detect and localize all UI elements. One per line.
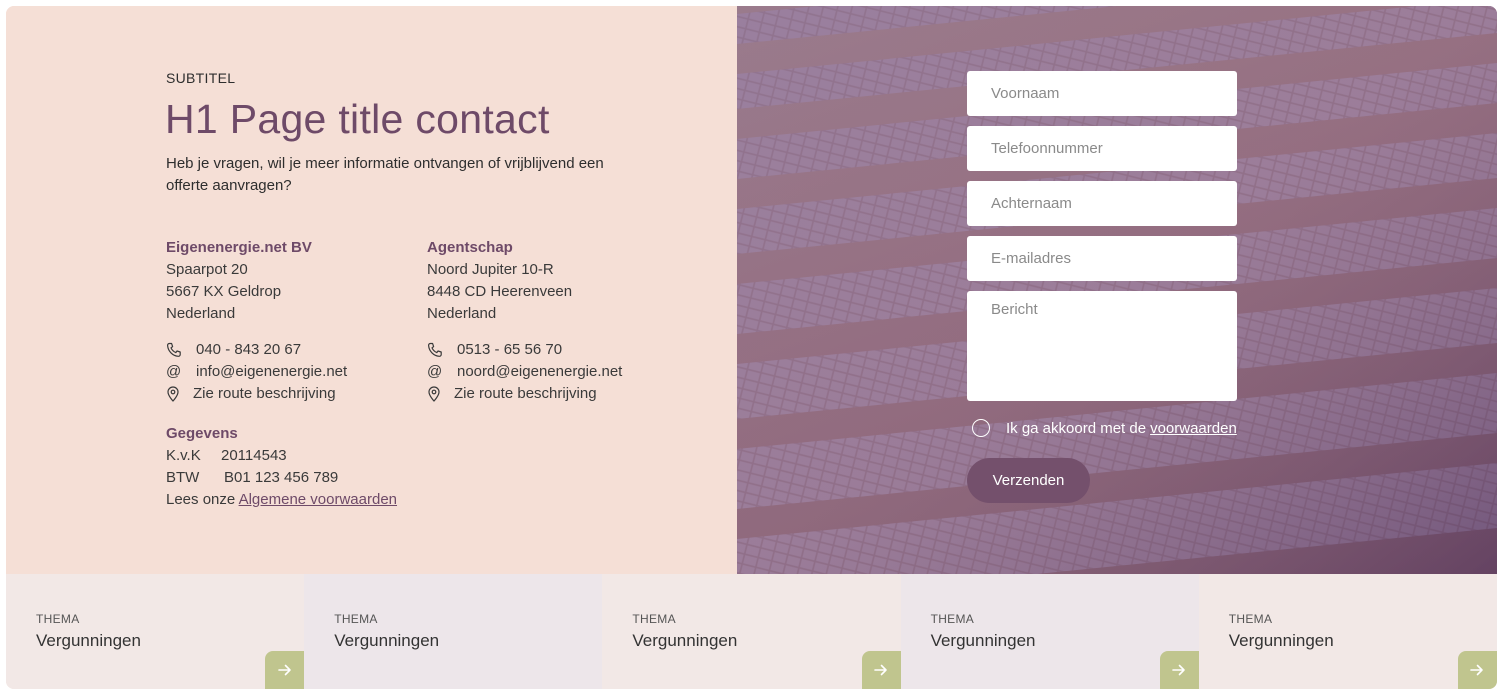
theme-card[interactable]: THEMA Vergunningen (602, 574, 901, 689)
phone-icon (166, 342, 182, 358)
page-intro: Heb je vragen, wil je meer informatie on… (166, 155, 604, 194)
map-pin-icon (166, 386, 182, 402)
btw-label: BTW (166, 469, 200, 486)
phone-icon (427, 342, 443, 358)
route-text: Zie route beschrijving (454, 385, 597, 402)
email-link[interactable]: @ noord@eigenenergie.net (427, 361, 622, 383)
kvk-label: K.v.K (166, 447, 201, 464)
theme-label: THEMA (1228, 612, 1273, 626)
arrow-right-icon[interactable] (1159, 651, 1199, 689)
theme-card[interactable]: THEMA Vergunningen (304, 574, 603, 689)
theme-card[interactable]: THEMA Vergunningen (900, 574, 1199, 689)
theme-card[interactable]: THEMA Vergunningen (1198, 574, 1497, 689)
kvk-value: 20114543 (221, 447, 287, 464)
theme-title: Vergunningen (36, 631, 141, 650)
btw-value: B01 123 456 789 (224, 469, 339, 486)
theme-title: Vergunningen (334, 631, 440, 650)
agree-radio[interactable] (972, 419, 990, 437)
theme-title: Vergunningen (930, 631, 1036, 650)
arrow-right-icon[interactable] (861, 651, 901, 689)
theme-label: THEMA (930, 612, 975, 626)
terms-link[interactable]: Algemene voorwaarden (239, 491, 397, 508)
office-city: 8448 CD Heerenveen (427, 283, 573, 300)
theme-cards: THEMA Vergunningen THEMA Vergunningen TH… (6, 574, 1497, 689)
terms-agreement: Ik ga akkoord met de voorwaarden (972, 419, 1237, 437)
firstname-input[interactable]: Voornaam (967, 71, 1237, 116)
office-heerenveen: Agentschap Noord Jupiter 10-R 8448 CD He… (427, 237, 667, 325)
submit-button[interactable]: Verzenden (967, 458, 1090, 503)
email-address: info@eigenenergie.net (196, 363, 348, 380)
office-city: 5667 KX Geldrop (166, 283, 282, 300)
theme-card[interactable]: THEMA Vergunningen (6, 574, 305, 689)
office-country: Nederland (427, 305, 497, 322)
theme-title: Vergunningen (1228, 631, 1334, 650)
phone-number: 0513 - 65 56 70 (457, 341, 563, 358)
kvk-row: K.v.K 20114543 (166, 445, 397, 467)
theme-label: THEMA (36, 612, 80, 626)
phone-number: 040 - 843 20 67 (196, 341, 302, 358)
contact-info-panel: SUBTITEL H1 Page title contact Heb je vr… (6, 6, 737, 574)
at-icon: @ (166, 363, 182, 380)
company-details: Gegevens K.v.K 20114543 BTW B01 123 456 78… (166, 423, 397, 511)
agree-terms-link[interactable]: voorwaarden (1150, 420, 1237, 437)
email-link[interactable]: @ info@eigenenergie.net (166, 361, 347, 383)
route-link[interactable]: Zie route beschrijving (166, 383, 347, 405)
theme-title: Vergunningen (632, 631, 738, 650)
phone-link[interactable]: 0513 - 65 56 70 (427, 339, 622, 361)
theme-label: THEMA (632, 612, 676, 626)
office-heerenveen-contact: 0513 - 65 56 70 @ noord@eigenenergie.net… (427, 339, 622, 405)
office-street: Noord Jupiter 10-R (427, 261, 554, 278)
terms-row: Lees onze Algemene voorwaarden (166, 489, 397, 511)
office-country: Nederland (166, 305, 236, 322)
phone-input[interactable]: Telefoonnummer (967, 126, 1237, 171)
office-geldrop-contact: 040 - 843 20 67 @ info@eigenenergie.net … (166, 339, 347, 405)
agree-text: Ik ga akkoord met de (1006, 419, 1147, 437)
lastname-input[interactable]: Achternaam (967, 181, 1237, 226)
route-link[interactable]: Zie route beschrijving (427, 383, 622, 405)
at-icon: @ (427, 363, 443, 380)
theme-label: THEMA (334, 612, 378, 626)
btw-row: BTW B01 123 456 789 (166, 467, 397, 489)
arrow-right-icon[interactable] (265, 651, 305, 689)
email-input[interactable]: E-mailadres (967, 236, 1237, 281)
map-pin-icon (427, 386, 443, 402)
terms-prefix: Lees onze (166, 491, 236, 508)
phone-link[interactable]: 040 - 843 20 67 (166, 339, 347, 361)
arrow-right-icon[interactable] (1457, 651, 1497, 689)
contact-section: SUBTITEL H1 Page title contact Heb je vr… (6, 6, 1497, 689)
page-title: H1 Page title contact (165, 96, 550, 142)
email-address: noord@eigenenergie.net (457, 363, 623, 380)
office-street: Spaarpot 20 (166, 261, 248, 278)
details-heading: Gegevens (166, 425, 238, 442)
page-subtitle: SUBTITEL (166, 70, 236, 86)
office-name: Eigenenergie.net BV (166, 239, 312, 256)
route-text: Zie route beschrijving (193, 385, 336, 402)
office-geldrop: Eigenenergie.net BV Spaarpot 20 5667 KX … (166, 237, 406, 325)
message-textarea[interactable]: Bericht (967, 291, 1237, 401)
office-name: Agentschap (427, 239, 513, 256)
